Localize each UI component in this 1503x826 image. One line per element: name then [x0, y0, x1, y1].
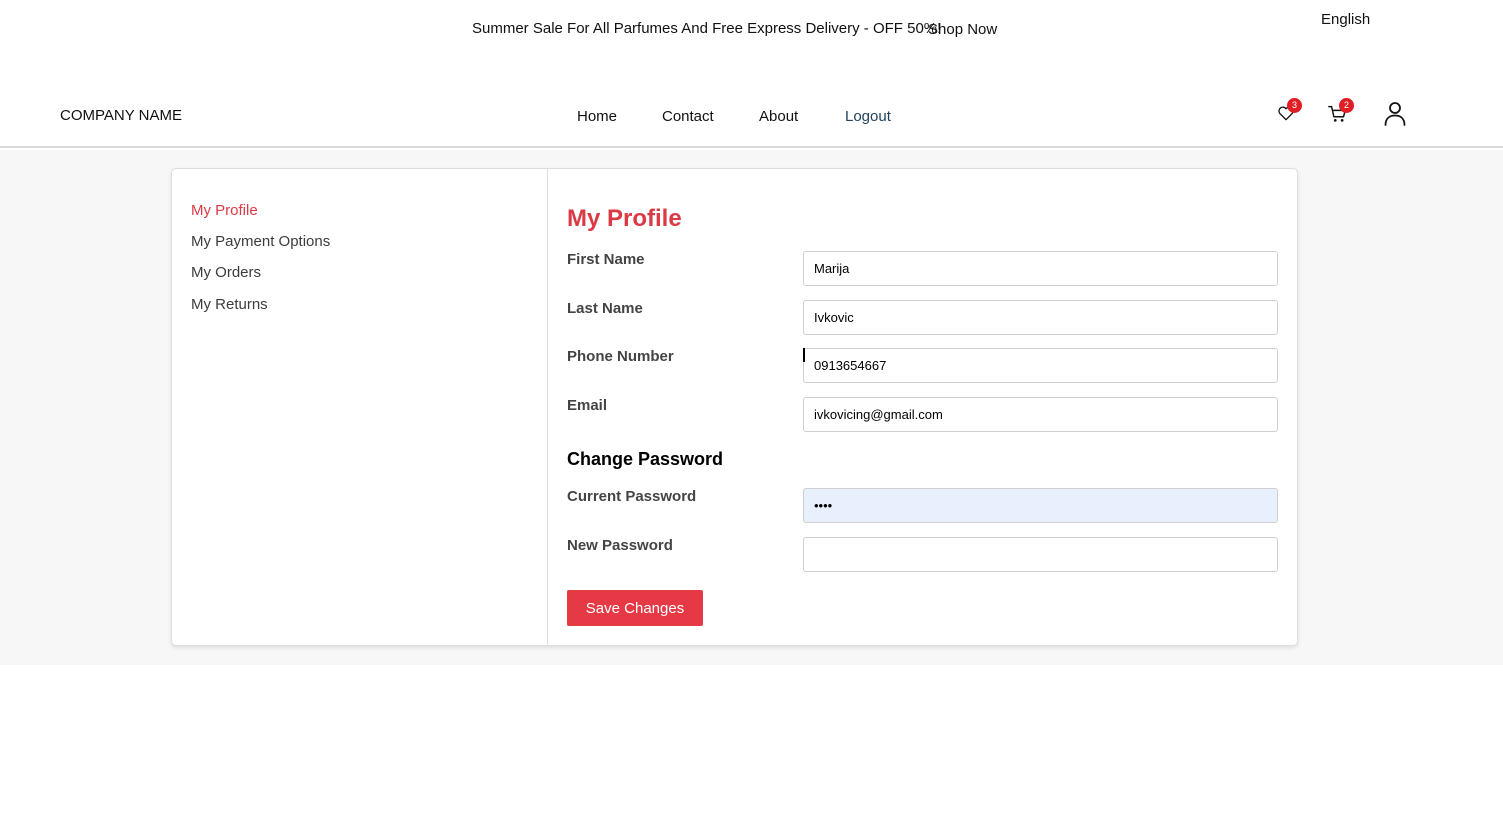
- nav-contact[interactable]: Contact: [662, 108, 714, 125]
- account-sidebar: My Profile My Payment Options My Orders …: [172, 169, 548, 645]
- nav-home[interactable]: Home: [577, 108, 617, 125]
- new-password-label: New Password: [567, 537, 673, 554]
- cart-count-badge: 2: [1339, 98, 1354, 113]
- last-name-label: Last Name: [567, 300, 643, 317]
- main-navbar: COMPANY NAME Home Contact About Logout 3…: [0, 60, 1503, 148]
- sidebar-item-my-profile[interactable]: My Profile: [191, 202, 258, 219]
- promo-text: Summer Sale For All Parfumes And Free Ex…: [472, 20, 942, 37]
- new-password-input[interactable]: [803, 537, 1278, 572]
- promo-bar: Summer Sale For All Parfumes And Free Ex…: [0, 0, 1503, 60]
- profile-form: My Profile First Name Last Name Phone Nu…: [548, 169, 1297, 645]
- save-changes-button[interactable]: Save Changes: [567, 590, 703, 626]
- shop-now-link[interactable]: Shop Now: [928, 21, 997, 38]
- current-password-input[interactable]: [803, 488, 1278, 523]
- sidebar-item-my-returns[interactable]: My Returns: [191, 296, 268, 313]
- sidebar-item-my-orders[interactable]: My Orders: [191, 264, 261, 281]
- text-cursor: [803, 348, 805, 362]
- cart-button[interactable]: 2: [1327, 98, 1354, 125]
- profile-card: My Profile My Payment Options My Orders …: [171, 168, 1298, 646]
- account-button[interactable]: [1382, 100, 1408, 128]
- email-input[interactable]: [803, 397, 1278, 432]
- language-selector[interactable]: English: [1321, 11, 1370, 28]
- phone-number-label: Phone Number: [567, 348, 674, 365]
- account-page: My Profile My Payment Options My Orders …: [0, 150, 1503, 665]
- company-logo[interactable]: COMPANY NAME: [60, 107, 182, 124]
- last-name-input[interactable]: [803, 300, 1278, 335]
- change-password-heading: Change Password: [567, 449, 724, 469]
- sidebar-item-payment-options[interactable]: My Payment Options: [191, 233, 330, 250]
- phone-number-input[interactable]: [803, 348, 1278, 383]
- email-label: Email: [567, 397, 608, 414]
- first-name-label: First Name: [567, 251, 645, 268]
- first-name-input[interactable]: [803, 251, 1278, 286]
- wishlist-button[interactable]: 3: [1276, 98, 1302, 125]
- wishlist-count-badge: 3: [1287, 98, 1302, 113]
- current-password-label: Current Password: [567, 488, 697, 505]
- nav-logout[interactable]: Logout: [845, 108, 891, 125]
- page-title: My Profile: [567, 205, 682, 232]
- user-icon: [1384, 102, 1406, 126]
- nav-about[interactable]: About: [759, 108, 798, 125]
